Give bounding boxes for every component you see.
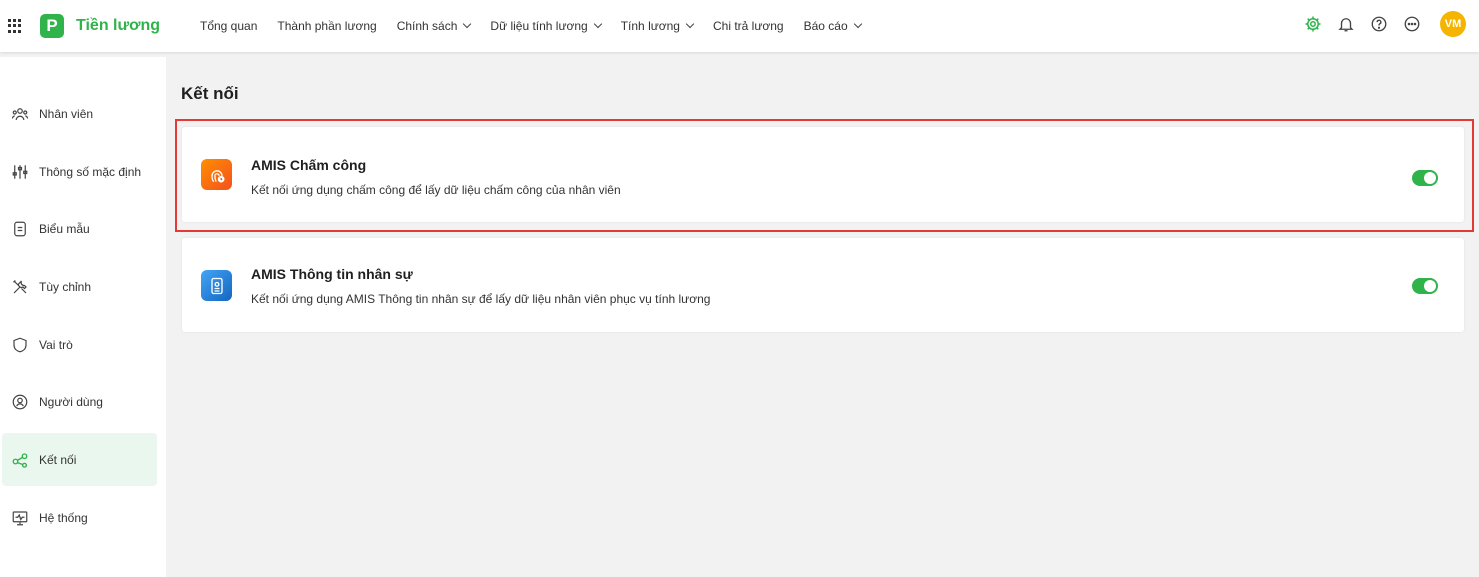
- nav-label: Dữ liệu tính lương: [490, 19, 588, 33]
- nav-label: Báo cáo: [803, 19, 848, 33]
- apps-grid-icon[interactable]: [8, 19, 22, 33]
- avatar[interactable]: VM: [1440, 11, 1466, 37]
- connection-card-cham-cong: AMIS Chấm công Kết nối ứng dụng chấm côn…: [182, 127, 1464, 222]
- sidebar-item-thong-so-mac-dinh[interactable]: Thông số mặc định: [2, 145, 157, 198]
- cham-cong-toggle[interactable]: [1412, 170, 1438, 186]
- sidebar-item-label: Kết nối: [39, 452, 77, 467]
- more-icon[interactable]: [1403, 15, 1421, 33]
- id-card-icon: [201, 270, 232, 301]
- sidebar-item-bieu-mau[interactable]: Biểu mẫu: [2, 202, 157, 255]
- share-icon: [11, 451, 29, 469]
- avatar-initials: VM: [1444, 18, 1462, 30]
- app-name[interactable]: Tiền lương: [76, 17, 160, 35]
- connection-description: Kết nối ứng dụng chấm công để lấy dữ liệ…: [251, 183, 621, 197]
- sidebar-item-nhan-vien[interactable]: Nhân viên: [2, 87, 157, 140]
- sidebar-item-label: Nhân viên: [39, 106, 94, 121]
- connection-description: Kết nối ứng dụng AMIS Thông tin nhân sự …: [251, 292, 711, 306]
- chevron-down-icon: [853, 19, 862, 29]
- connection-card-thong-tin-nhan-su: AMIS Thông tin nhân sự Kết nối ứng dụng …: [182, 238, 1464, 332]
- help-icon[interactable]: [1370, 15, 1388, 33]
- fingerprint-icon: [201, 159, 232, 190]
- nav-label: Chi trả lương: [712, 19, 784, 33]
- chevron-down-icon: [685, 19, 695, 29]
- sidebar-item-nguoi-dung[interactable]: Người dùng: [2, 375, 157, 428]
- nav-label: Tổng quan: [200, 19, 258, 33]
- sidebar-item-he-thong[interactable]: Hệ thống: [2, 491, 157, 544]
- tools-icon: [11, 278, 29, 296]
- sidebar-item-label: Tùy chỉnh: [39, 279, 92, 294]
- shield-icon: [11, 336, 29, 354]
- sidebar-item-tuy-chinh[interactable]: Tùy chỉnh: [2, 260, 157, 313]
- top-right-actions: VM: [1294, 11, 1466, 37]
- nav-item-chi-tra-luong[interactable]: Chi trả lương: [713, 19, 784, 33]
- nav-label: Thành phần lương: [277, 19, 377, 33]
- app-logo: P: [40, 14, 64, 38]
- nav-item-thanh-phan-luong[interactable]: Thành phần lương: [277, 19, 376, 33]
- nav-item-chinh-sach[interactable]: Chính sách: [396, 19, 472, 33]
- sidebar: Nhân viên Thông số mặc định Biểu mẫu Tùy…: [0, 57, 166, 577]
- sidebar-item-label: Vai trò: [39, 337, 73, 352]
- page-title: Kết nối: [181, 84, 239, 103]
- gear-icon[interactable]: [1304, 15, 1322, 33]
- toggle-knob: [1424, 172, 1436, 184]
- connection-title: AMIS Thông tin nhân sự: [251, 266, 413, 282]
- nav-label: Chính sách: [396, 19, 458, 33]
- logo-letter: P: [46, 16, 58, 35]
- main-nav: Tổng quan Thành phần lương Chính sách Dữ…: [200, 19, 881, 33]
- sliders-icon: [11, 163, 29, 181]
- top-bar: P Tiền lương Tổng quan Thành phần lương …: [0, 0, 1479, 52]
- bell-icon[interactable]: [1337, 15, 1355, 33]
- sidebar-item-label: Người dùng: [39, 394, 103, 409]
- user-circle-icon: [11, 393, 29, 411]
- toggle-knob: [1424, 280, 1436, 292]
- document-icon: [11, 220, 29, 238]
- nav-label: Tính lương: [620, 19, 680, 33]
- chevron-down-icon: [463, 19, 472, 29]
- sidebar-item-vai-tro[interactable]: Vai trò: [2, 318, 157, 371]
- nav-item-bao-cao[interactable]: Báo cáo: [803, 19, 862, 33]
- people-icon: [11, 105, 29, 123]
- nav-item-tinh-luong[interactable]: Tính lương: [620, 19, 695, 33]
- nav-item-du-lieu-tinh-luong[interactable]: Dữ liệu tính lương: [490, 19, 602, 33]
- monitor-icon: [11, 509, 29, 527]
- connection-title: AMIS Chấm công: [251, 157, 367, 173]
- sidebar-item-label: Thông số mặc định: [39, 164, 142, 179]
- sidebar-item-ket-noi[interactable]: Kết nối: [2, 433, 157, 486]
- thong-tin-nhan-su-toggle[interactable]: [1412, 278, 1438, 294]
- sidebar-item-label: Hệ thống: [39, 510, 88, 525]
- chevron-down-icon: [593, 19, 602, 29]
- sidebar-item-label: Biểu mẫu: [39, 221, 90, 236]
- nav-item-tong-quan[interactable]: Tổng quan: [200, 19, 257, 33]
